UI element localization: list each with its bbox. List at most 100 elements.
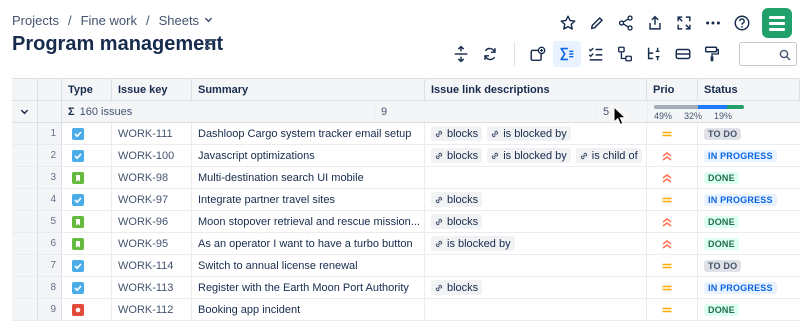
issue-links-cell[interactable]: blocks bbox=[425, 211, 647, 232]
table-row[interactable]: 6 WORK-95 As an operator I want to have a … bbox=[12, 233, 800, 255]
issue-links-cell[interactable]: blocks bbox=[425, 277, 647, 298]
issue-key[interactable]: WORK-98 bbox=[112, 167, 192, 188]
column-header-status[interactable]: Status bbox=[698, 79, 800, 100]
issue-type-cell[interactable] bbox=[62, 299, 112, 320]
checklist-icon[interactable] bbox=[582, 41, 610, 67]
priority-cell[interactable] bbox=[647, 167, 698, 188]
search-field[interactable] bbox=[739, 42, 797, 66]
card-icon[interactable] bbox=[669, 41, 697, 67]
issue-links-cell[interactable] bbox=[425, 299, 647, 320]
issue-type-cell[interactable] bbox=[62, 211, 112, 232]
status-cell[interactable]: DONE bbox=[698, 211, 800, 232]
breadcrumb-fine-work[interactable]: Fine work bbox=[81, 13, 137, 28]
issue-type-cell[interactable] bbox=[62, 145, 112, 166]
column-header-links[interactable]: Issue link descriptions bbox=[425, 79, 647, 100]
issue-links-cell[interactable] bbox=[425, 167, 647, 188]
share-icon[interactable] bbox=[612, 9, 640, 37]
column-header-type[interactable]: Type bbox=[62, 79, 112, 100]
issue-type-cell[interactable] bbox=[62, 255, 112, 276]
priority-cell[interactable] bbox=[647, 211, 698, 232]
table-row[interactable]: 1 WORK-111 Dashloop Cargo system tracker e… bbox=[12, 123, 800, 145]
table-row[interactable]: 8 WORK-113 Register with the Earth Moon Po… bbox=[12, 277, 800, 299]
status-cell[interactable]: IN PROGRESS bbox=[698, 277, 800, 298]
table-row[interactable]: 7 WORK-114 Switch to annual license renewa… bbox=[12, 255, 800, 277]
export-icon[interactable] bbox=[641, 9, 669, 37]
issue-links-cell[interactable]: blocks bbox=[425, 189, 647, 210]
issue-key[interactable]: WORK-114 bbox=[112, 255, 192, 276]
priority-cell[interactable] bbox=[647, 189, 698, 210]
status-cell[interactable]: DONE bbox=[698, 233, 800, 254]
collapse-toggle[interactable] bbox=[12, 101, 38, 122]
row-height-icon[interactable] bbox=[447, 41, 475, 67]
chevron-down-icon[interactable] bbox=[204, 15, 213, 27]
issue-summary[interactable]: Multi-destination search UI mobile bbox=[192, 167, 425, 188]
priority-cell[interactable] bbox=[647, 255, 698, 276]
issue-type-cell[interactable] bbox=[62, 167, 112, 188]
add-view-icon[interactable] bbox=[524, 41, 552, 67]
issue-summary[interactable]: Booking app incident bbox=[192, 299, 425, 320]
status-cell[interactable]: DONE bbox=[698, 167, 800, 188]
link-chip[interactable]: blocks bbox=[431, 280, 483, 295]
refresh-icon[interactable] bbox=[476, 41, 504, 67]
title-menu-icon[interactable] bbox=[205, 39, 216, 49]
priority-cell[interactable] bbox=[647, 145, 698, 166]
breadcrumb-sheets[interactable]: Sheets bbox=[159, 13, 199, 28]
issue-links-cell[interactable]: blocks is blocked by is child of bbox=[425, 145, 647, 166]
priority-cell[interactable] bbox=[647, 123, 698, 144]
issue-type-cell[interactable] bbox=[62, 123, 112, 144]
chevron-down-icon[interactable] bbox=[20, 107, 29, 116]
link-chip[interactable]: blocks bbox=[431, 148, 483, 163]
status-cell[interactable]: IN PROGRESS bbox=[698, 189, 800, 210]
column-header-priority[interactable]: Prio bbox=[647, 79, 698, 100]
hierarchy-icon[interactable] bbox=[611, 41, 639, 67]
priority-cell[interactable] bbox=[647, 233, 698, 254]
issue-key[interactable]: WORK-95 bbox=[112, 233, 192, 254]
status-cell[interactable]: TO DO bbox=[698, 255, 800, 276]
issue-key[interactable]: WORK-96 bbox=[112, 211, 192, 232]
link-chip[interactable]: is blocked by bbox=[487, 148, 571, 163]
app-logo[interactable] bbox=[762, 8, 792, 38]
issue-key[interactable]: WORK-97 bbox=[112, 189, 192, 210]
link-chip[interactable]: blocks bbox=[431, 192, 483, 207]
help-icon[interactable] bbox=[728, 9, 756, 37]
issue-summary[interactable]: Moon stopover retrieval and rescue missi… bbox=[192, 211, 425, 232]
fullscreen-icon[interactable] bbox=[670, 9, 698, 37]
issue-summary[interactable]: Integrate partner travel sites bbox=[192, 189, 425, 210]
edit-icon[interactable] bbox=[583, 9, 611, 37]
link-chip[interactable]: is child of bbox=[575, 148, 642, 163]
issue-key[interactable]: WORK-111 bbox=[112, 123, 192, 144]
status-cell[interactable]: TO DO bbox=[698, 123, 800, 144]
format-paint-icon[interactable] bbox=[698, 41, 726, 67]
issue-links-cell[interactable]: blocks is blocked by bbox=[425, 123, 647, 144]
sum-icon[interactable] bbox=[553, 41, 581, 67]
issue-summary[interactable]: Switch to annual license renewal bbox=[192, 255, 425, 276]
issue-type-cell[interactable] bbox=[62, 189, 112, 210]
issue-links-cell[interactable] bbox=[425, 255, 647, 276]
table-row[interactable]: 5 WORK-96 Moon stopover retrieval and resc… bbox=[12, 211, 800, 233]
table-row[interactable]: 2 WORK-100 Javascript optimizations blocks i… bbox=[12, 145, 800, 167]
status-cell[interactable]: IN PROGRESS bbox=[698, 145, 800, 166]
issue-summary[interactable]: Register with the Earth Moon Port Author… bbox=[192, 277, 425, 298]
tree-sort-icon[interactable] bbox=[640, 41, 668, 67]
issue-links-cell[interactable]: is blocked by bbox=[425, 233, 647, 254]
link-chip[interactable]: is blocked by bbox=[487, 126, 571, 141]
issue-type-cell[interactable] bbox=[62, 233, 112, 254]
issue-summary[interactable]: Javascript optimizations bbox=[192, 145, 425, 166]
table-row[interactable]: 9 WORK-112 Booking app incident DONE bbox=[12, 299, 800, 321]
issue-key[interactable]: WORK-100 bbox=[112, 145, 192, 166]
more-icon[interactable] bbox=[699, 9, 727, 37]
issue-summary[interactable]: As an operator I want to have a turbo bu… bbox=[192, 233, 425, 254]
issue-summary[interactable]: Dashloop Cargo system tracker email setu… bbox=[192, 123, 425, 144]
priority-cell[interactable] bbox=[647, 299, 698, 320]
table-row[interactable]: 3 WORK-98 Multi-destination search UI mobi… bbox=[12, 167, 800, 189]
breadcrumb-projects[interactable]: Projects bbox=[12, 13, 59, 28]
priority-cell[interactable] bbox=[647, 277, 698, 298]
link-chip[interactable]: is blocked by bbox=[431, 236, 515, 251]
issue-key[interactable]: WORK-112 bbox=[112, 299, 192, 320]
column-header-summary[interactable]: Summary bbox=[192, 79, 425, 100]
table-row[interactable]: 4 WORK-97 Integrate partner travel sites bl… bbox=[12, 189, 800, 211]
issue-key[interactable]: WORK-113 bbox=[112, 277, 192, 298]
status-cell[interactable]: DONE bbox=[698, 299, 800, 320]
star-icon[interactable] bbox=[554, 9, 582, 37]
link-chip[interactable]: blocks bbox=[431, 214, 483, 229]
